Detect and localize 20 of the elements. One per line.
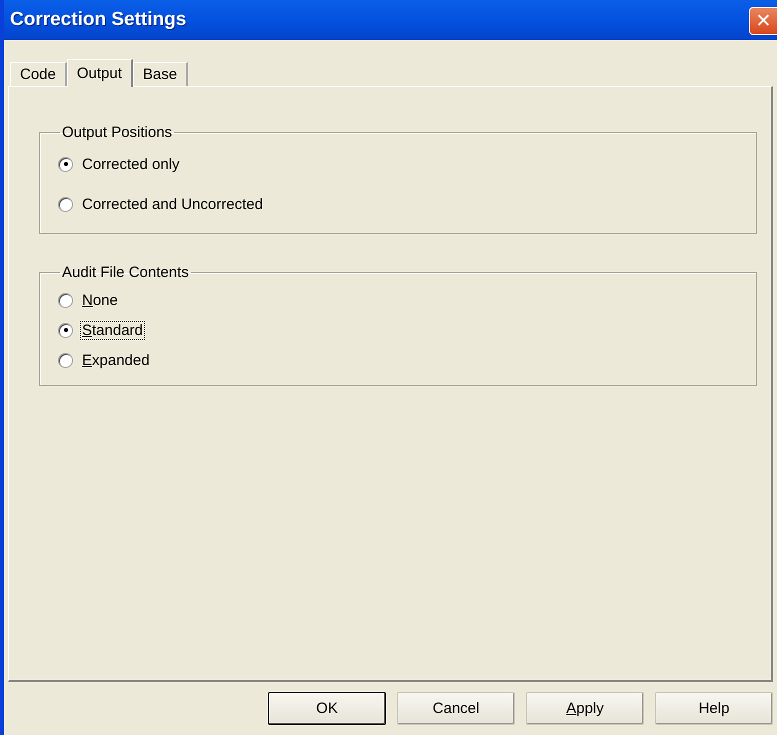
radio-button[interactable] (58, 322, 73, 338)
radio-label[interactable]: Expanded (81, 352, 151, 368)
window-title: Correction Settings (10, 9, 186, 31)
tab[interactable]: Base (132, 62, 188, 86)
radio-label[interactable]: Corrected only (81, 156, 181, 172)
radio-button[interactable] (58, 352, 73, 368)
radio-button[interactable] (58, 196, 73, 212)
tab[interactable]: Output (66, 59, 133, 87)
radio-button[interactable] (58, 292, 73, 308)
dialog-button[interactable]: OK (268, 692, 386, 725)
group-title: Output Positions (61, 124, 174, 141)
dialog-button[interactable]: Cancel (397, 692, 515, 725)
group-title: Audit File Contents (61, 264, 190, 281)
dialog-button[interactable]: Help (655, 692, 773, 725)
dialog-button[interactable]: Apply (526, 692, 644, 725)
radio-label[interactable]: Standard (81, 322, 144, 338)
radio-label[interactable]: Corrected and Uncorrected (81, 196, 264, 212)
tab[interactable]: Code (10, 62, 67, 86)
radio-button[interactable] (58, 156, 73, 172)
radio-label[interactable]: None (81, 292, 119, 308)
